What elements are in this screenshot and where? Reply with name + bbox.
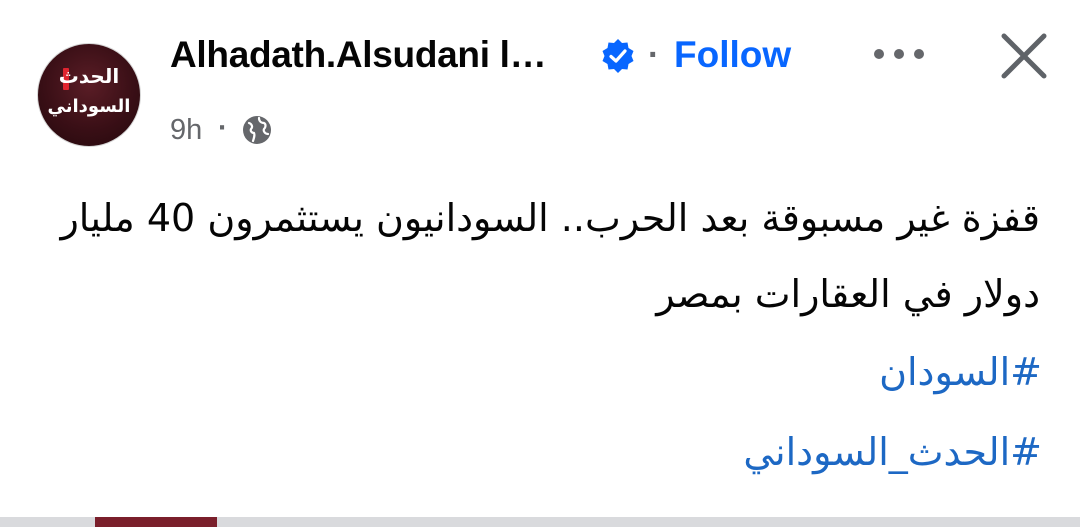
next-post-thumbnail[interactable] — [95, 517, 217, 527]
avatar-logo-line1: الحدث — [58, 64, 120, 88]
avatar-logo-line2: السوداني — [47, 96, 131, 117]
more-options-icon[interactable] — [871, 46, 927, 62]
post-timestamp[interactable]: 9h — [170, 114, 202, 147]
author-name[interactable]: Alhadath.Alsudani l… — [170, 34, 547, 76]
page-avatar[interactable]: الحدث السوداني — [37, 43, 141, 147]
header-separator: · — [648, 36, 660, 74]
post-text: قفزة غير مسبوقة بعد الحرب.. السودانيون ي… — [60, 196, 1040, 316]
hashtag-link[interactable]: #الحدث_السوداني — [743, 430, 1042, 474]
hashtag-link[interactable]: #السودان — [879, 350, 1042, 394]
follow-button[interactable]: Follow — [674, 34, 791, 76]
globe-icon — [243, 116, 271, 144]
timestamp-separator: · — [218, 112, 228, 144]
close-icon[interactable] — [998, 30, 1050, 82]
verified-badge-icon — [602, 39, 634, 73]
